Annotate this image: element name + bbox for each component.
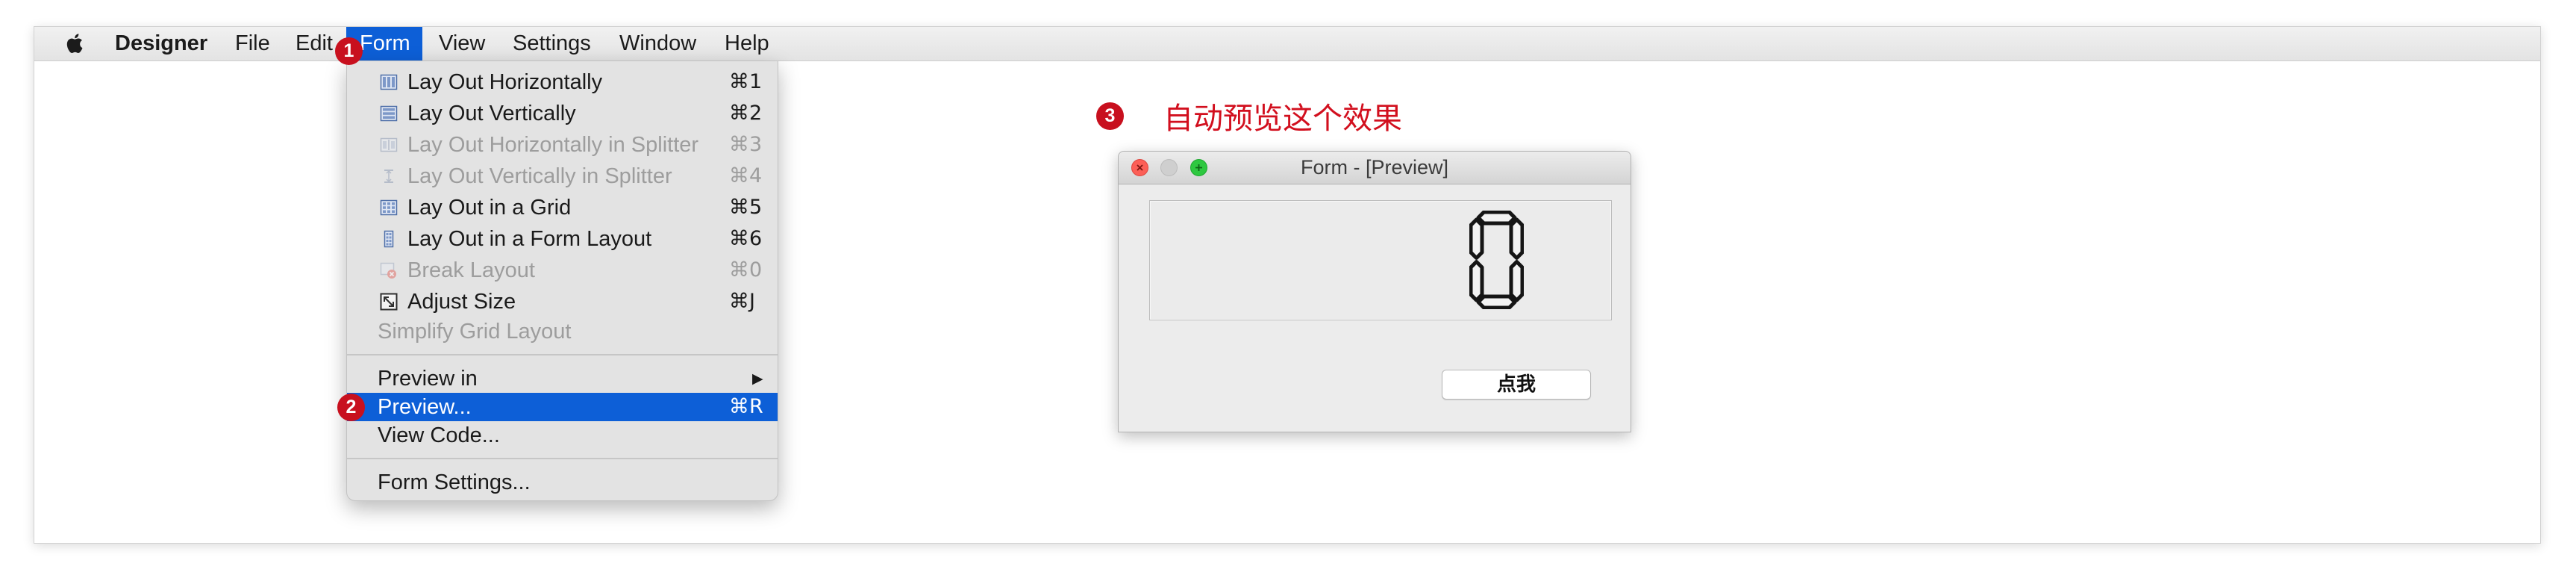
lcd-number-display [1149,200,1612,320]
menu-settings[interactable]: Settings [513,27,591,60]
menu-item-simplify-grid-layout: Simplify Grid Layout [347,317,778,346]
lcd-segment-e [1469,260,1484,302]
menu-item-shortcut: ⌘0 [729,258,763,282]
menu-item-label: Lay Out Horizontally [407,70,603,94]
lcd-segment-a [1476,211,1517,226]
menu-item-shortcut: ⌘3 [729,133,763,156]
layout-grid-icon [380,199,398,216]
menu-item-shortcut: ⌘4 [729,164,763,187]
menu-item-break-layout: Break Layout ⌘0 [347,255,778,286]
menu-item-label: Lay Out Vertically in Splitter [407,164,672,188]
preview-window: Form - [Preview] 点我 [1118,151,1631,432]
menu-item-label: Preview in [378,367,478,391]
menu-separator [347,450,778,468]
menu-app-name[interactable]: Designer [115,27,207,60]
menu-item-shortcut: ⌘5 [729,196,763,219]
menu-item-lay-out-in-a-grid[interactable]: Lay Out in a Grid ⌘5 [347,192,778,223]
menu-item-shortcut: ⌘J [729,290,755,313]
lcd-segment-f [1469,217,1484,260]
click-me-button[interactable]: 点我 [1442,370,1591,400]
menu-item-label: Lay Out Vertically [407,102,576,125]
menu-item-label: Lay Out in a Form Layout [407,227,652,251]
annotation-text: 自动预览这个效果 [1163,102,1402,136]
menu-help[interactable]: Help [725,27,769,60]
step-badge-2: 2 [337,394,365,421]
menu-item-lay-out-vertically[interactable]: Lay Out Vertically ⌘2 [347,98,778,129]
menu-window[interactable]: Window [619,27,696,60]
splitter-vertical-icon [384,170,393,183]
lcd-digit [1469,211,1524,309]
adjust-size-icon [380,293,398,311]
splitter-horizontal-icon [380,137,398,152]
preview-title-bar[interactable]: Form - [Preview] [1119,152,1631,184]
submenu-arrow-icon: ▶ [752,370,763,387]
menu-item-label: Lay Out Horizontally in Splitter [407,133,699,157]
menu-item-preview[interactable]: Preview... ⌘R [347,393,778,421]
menu-item-view-code[interactable]: View Code... [347,421,778,450]
layout-horizontal-icon [380,74,398,90]
menu-item-lay-out-horizontally-in-splitter: Lay Out Horizontally in Splitter ⌘3 [347,129,778,161]
menu-item-shortcut: ⌘2 [729,102,763,125]
break-layout-icon [380,262,396,279]
form-menu-dropdown: Lay Out Horizontally ⌘1 Lay Out Vertical… [346,61,778,501]
menu-item-label: Simplify Grid Layout [378,320,572,344]
lcd-segment-c [1509,260,1524,302]
menu-item-shortcut: ⌘1 [729,70,763,93]
lcd-segment-b [1509,217,1524,260]
menu-separator [347,346,778,364]
layout-form-icon [384,230,394,248]
menu-item-shortcut: ⌘R [729,395,763,418]
menu-item-label: Preview... [378,395,472,419]
menu-bar: Designer File Edit Form View Settings Wi… [34,27,2540,61]
menu-edit[interactable]: Edit [296,27,333,60]
menu-item-lay-out-vertically-in-splitter: Lay Out Vertically in Splitter ⌘4 [347,161,778,192]
menu-item-label: Adjust Size [407,290,516,314]
menu-item-label: Lay Out in a Grid [407,196,572,220]
layout-vertical-icon [380,105,398,122]
menu-item-shortcut: ⌘6 [729,227,763,250]
apple-logo-icon[interactable] [64,32,84,55]
step-badge-3: 3 [1096,102,1124,130]
menu-item-preview-in[interactable]: Preview in ▶ [347,364,778,393]
menu-item-lay-out-in-a-form-layout[interactable]: Lay Out in a Form Layout ⌘6 [347,223,778,255]
menu-item-label: View Code... [378,423,500,447]
menu-item-lay-out-horizontally[interactable]: Lay Out Horizontally ⌘1 [347,66,778,98]
preview-window-title: Form - [Preview] [1300,156,1449,178]
menu-item-adjust-size[interactable]: Adjust Size ⌘J [347,286,778,317]
step-badge-1: 1 [335,37,363,65]
menu-item-label: Break Layout [407,258,535,282]
menu-view[interactable]: View [439,27,485,60]
menu-item-label: Form Settings... [378,470,531,494]
lcd-digits [1469,211,1524,309]
menu-file[interactable]: File [235,27,270,60]
lcd-segment-d [1476,294,1517,309]
menu-item-form-settings[interactable]: Form Settings... [347,468,778,497]
